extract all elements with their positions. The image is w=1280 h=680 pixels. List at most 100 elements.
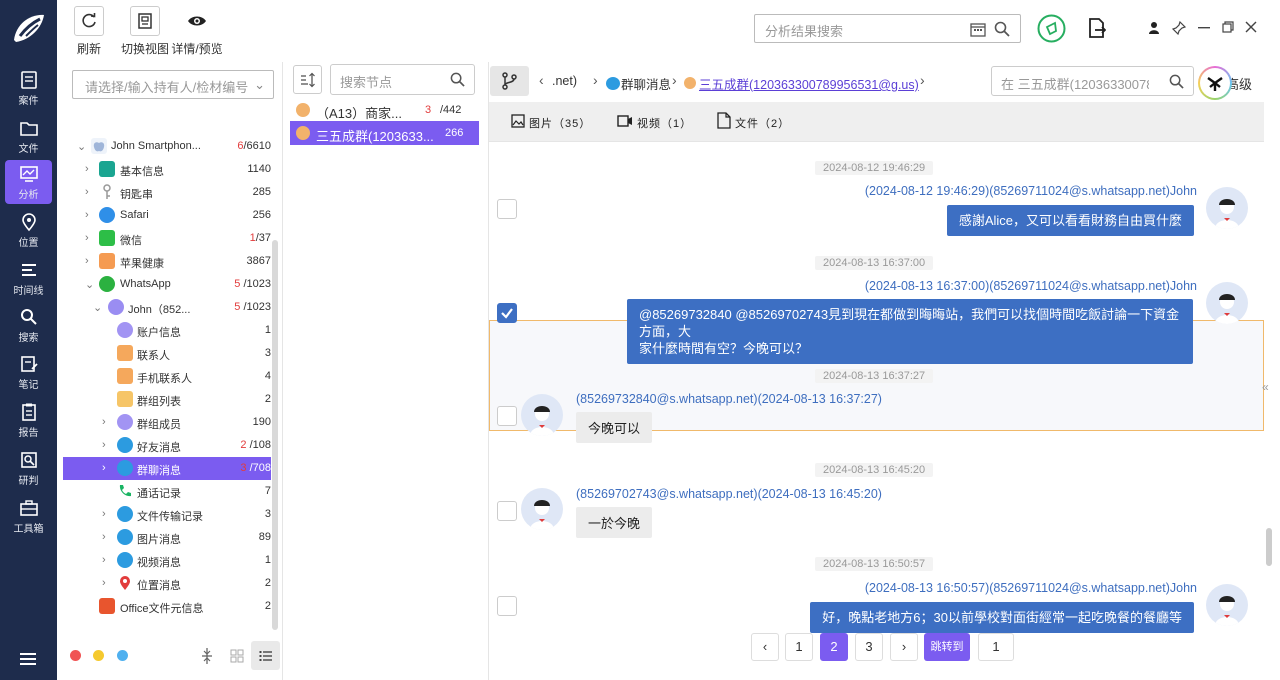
refresh-label: 刷新 — [76, 42, 101, 56]
image-icon — [511, 114, 525, 128]
collapse-all-icon[interactable] — [200, 647, 214, 665]
refresh-button[interactable]: 刷新 — [74, 6, 104, 57]
calendar-icon[interactable] — [970, 21, 986, 37]
red-dot-icon[interactable] — [70, 650, 81, 661]
chevron-right-icon[interactable]: › — [920, 72, 925, 88]
message-text-line: @85269732840 @85269702743見到現在都做到晦晦站，我們可以… — [639, 307, 1180, 339]
breadcrumb-seg3[interactable]: 三五成群(120363300789956531@g.us) — [699, 74, 919, 93]
chevron-left-icon[interactable]: ‹ — [539, 72, 544, 88]
tree-item-image-messages[interactable]: › 图片消息 89 — [57, 526, 271, 549]
tree-item-account-info[interactable]: 账户信息 1 — [57, 319, 271, 342]
tree-item-wechat[interactable]: › 微信 1/37 — [57, 227, 271, 250]
page-button[interactable]: 1 — [785, 633, 813, 661]
tree-count-total: /37 — [255, 232, 271, 244]
collapse-panel-icon[interactable]: « — [1262, 380, 1269, 394]
nav-label: 笔记 — [18, 380, 39, 391]
message-checkbox[interactable] — [497, 199, 517, 219]
tree-item-location-messages[interactable]: › 位置消息 2 — [57, 572, 271, 595]
wechat-icon — [99, 230, 115, 246]
page-button-current[interactable]: 2 — [820, 633, 848, 661]
tree-item-call-log[interactable]: 通话记录 7 — [57, 480, 271, 503]
blue-dot-icon[interactable] — [117, 650, 128, 661]
prev-page-button[interactable]: ‹ — [751, 633, 779, 661]
chevron-right-icon: › — [102, 416, 106, 428]
tree-count-total: /1023 — [243, 301, 271, 313]
tree-item-office-meta[interactable]: Office文件元信息 2 — [57, 595, 271, 618]
tree-item-phone-contacts[interactable]: 手机联系人 4 — [57, 365, 271, 388]
nav-item-analysis[interactable]: 分析 — [5, 160, 52, 204]
shield-check-icon[interactable] — [1037, 14, 1066, 43]
result-search-input[interactable]: 分析结果搜索 — [754, 14, 1021, 43]
tree-scrollbar[interactable] — [272, 240, 278, 630]
nav-item-search[interactable]: 搜索 — [5, 303, 52, 347]
tree-item-group-list[interactable]: 群组列表 2 — [57, 388, 271, 411]
chevron-down-icon: ⌄ — [85, 279, 95, 291]
next-page-button[interactable]: › — [890, 633, 918, 661]
message-sender: (85269702743@s.whatsapp.net)(2024-08-13 … — [576, 487, 882, 501]
group-search-input[interactable]: 在 三五成群(120363300789956531@g.us) 中搜索 — [991, 66, 1194, 96]
node-item-selected[interactable]: 三五成群(1203633... 266 — [290, 121, 479, 145]
tree-item-account[interactable]: ⌄ John（852... 5 /1023 — [57, 296, 271, 319]
restore-icon[interactable] — [1222, 21, 1234, 33]
branch-button[interactable] — [490, 66, 529, 96]
node-label: 三五成群(1203633... — [316, 129, 434, 144]
pin-icon[interactable] — [1172, 21, 1186, 35]
tree-item-contacts[interactable]: 联系人 3 — [57, 342, 271, 365]
nav-item-case[interactable]: 案件 — [5, 66, 52, 110]
nav-item-judge[interactable]: 研判 — [5, 446, 52, 490]
case-icon — [20, 71, 37, 89]
message-checkbox[interactable] — [497, 596, 517, 616]
search-icon[interactable] — [450, 72, 465, 87]
nav-item-files[interactable]: 文件 — [5, 114, 52, 158]
images-filter-label: 图片（35） — [529, 118, 592, 130]
export-icon[interactable] — [1088, 18, 1106, 38]
nav-item-toolbox[interactable]: 工具箱 — [5, 494, 52, 538]
node-item[interactable]: （A13）商家... 3 /442 — [290, 98, 479, 122]
page-button[interactable]: 3 — [855, 633, 883, 661]
grid-view-icon[interactable] — [230, 649, 244, 663]
message-checkbox-checked[interactable] — [497, 303, 517, 323]
nav-item-notes[interactable]: 笔记 — [5, 350, 52, 394]
tree-item-friend-messages[interactable]: › 好友消息 2 /108 — [57, 434, 271, 457]
jump-to-page-button[interactable]: 跳转到 — [924, 633, 970, 661]
switch-view-button[interactable]: 切换视图 — [117, 6, 173, 57]
tree-item-group-members[interactable]: › 群组成员 190 — [57, 411, 271, 434]
detail-preview-button[interactable]: 详情/预览 — [171, 6, 223, 57]
tree-item-whatsapp[interactable]: ⌄ WhatsApp 5 /1023 — [57, 273, 271, 296]
nav-item-timeline[interactable]: 时间线 — [5, 256, 52, 300]
tree-count: 285 — [252, 186, 271, 198]
user-icon[interactable] — [1148, 21, 1160, 35]
search-icon[interactable] — [1169, 74, 1184, 89]
close-icon[interactable] — [1245, 21, 1257, 33]
nav-item-report[interactable]: 报告 — [5, 398, 52, 442]
minimize-icon[interactable] — [1198, 27, 1210, 29]
sort-button[interactable] — [293, 65, 322, 94]
chat-scrollbar[interactable] — [1266, 528, 1272, 566]
message-timestamp: 2024-08-13 16:37:00 — [815, 256, 934, 270]
tree-label: 通话记录 — [137, 488, 181, 500]
tree-item-safari[interactable]: › Safari 256 — [57, 204, 271, 227]
message-checkbox[interactable] — [497, 406, 517, 426]
message-sender: (2024-08-13 16:37:00)(85269711024@s.what… — [864, 279, 1197, 293]
hamburger-menu-icon[interactable] — [19, 650, 37, 668]
breadcrumb-seg2[interactable]: 群聊消息 — [621, 74, 671, 93]
tree-item-group-messages[interactable]: › 群聊消息 3 /708 — [63, 457, 271, 480]
tree-item-file-transfer[interactable]: › 文件传输记录 3 — [57, 503, 271, 526]
jump-page-input[interactable]: 1 — [978, 633, 1014, 661]
chevron-right-icon: › — [85, 255, 89, 267]
assistant-logo-icon[interactable] — [1198, 66, 1232, 100]
search-icon[interactable] — [994, 21, 1010, 37]
breadcrumb-seg1[interactable]: .net) — [552, 74, 577, 88]
tree-item-health[interactable]: › 苹果健康 3867 — [57, 250, 271, 273]
group-members-icon — [117, 414, 133, 430]
node-search-input[interactable]: 搜索节点 — [330, 64, 475, 95]
tree-item-basic-info[interactable]: › 基本信息 1140 — [57, 158, 271, 181]
tree-item-keychain[interactable]: › 钥匙串 285 — [57, 181, 271, 204]
message-checkbox[interactable] — [497, 501, 517, 521]
yellow-dot-icon[interactable] — [93, 650, 104, 661]
tree-item-video-messages[interactable]: › 视频消息 1 — [57, 549, 271, 572]
tree-item-device[interactable]: ⌄ John Smartphon... 6/6610 — [57, 135, 271, 158]
nav-item-location[interactable]: 位置 — [5, 208, 52, 252]
holder-selector[interactable]: 请选择/输入持有人/检材编号 ⌄ — [72, 70, 274, 99]
list-view-button[interactable] — [251, 641, 280, 670]
